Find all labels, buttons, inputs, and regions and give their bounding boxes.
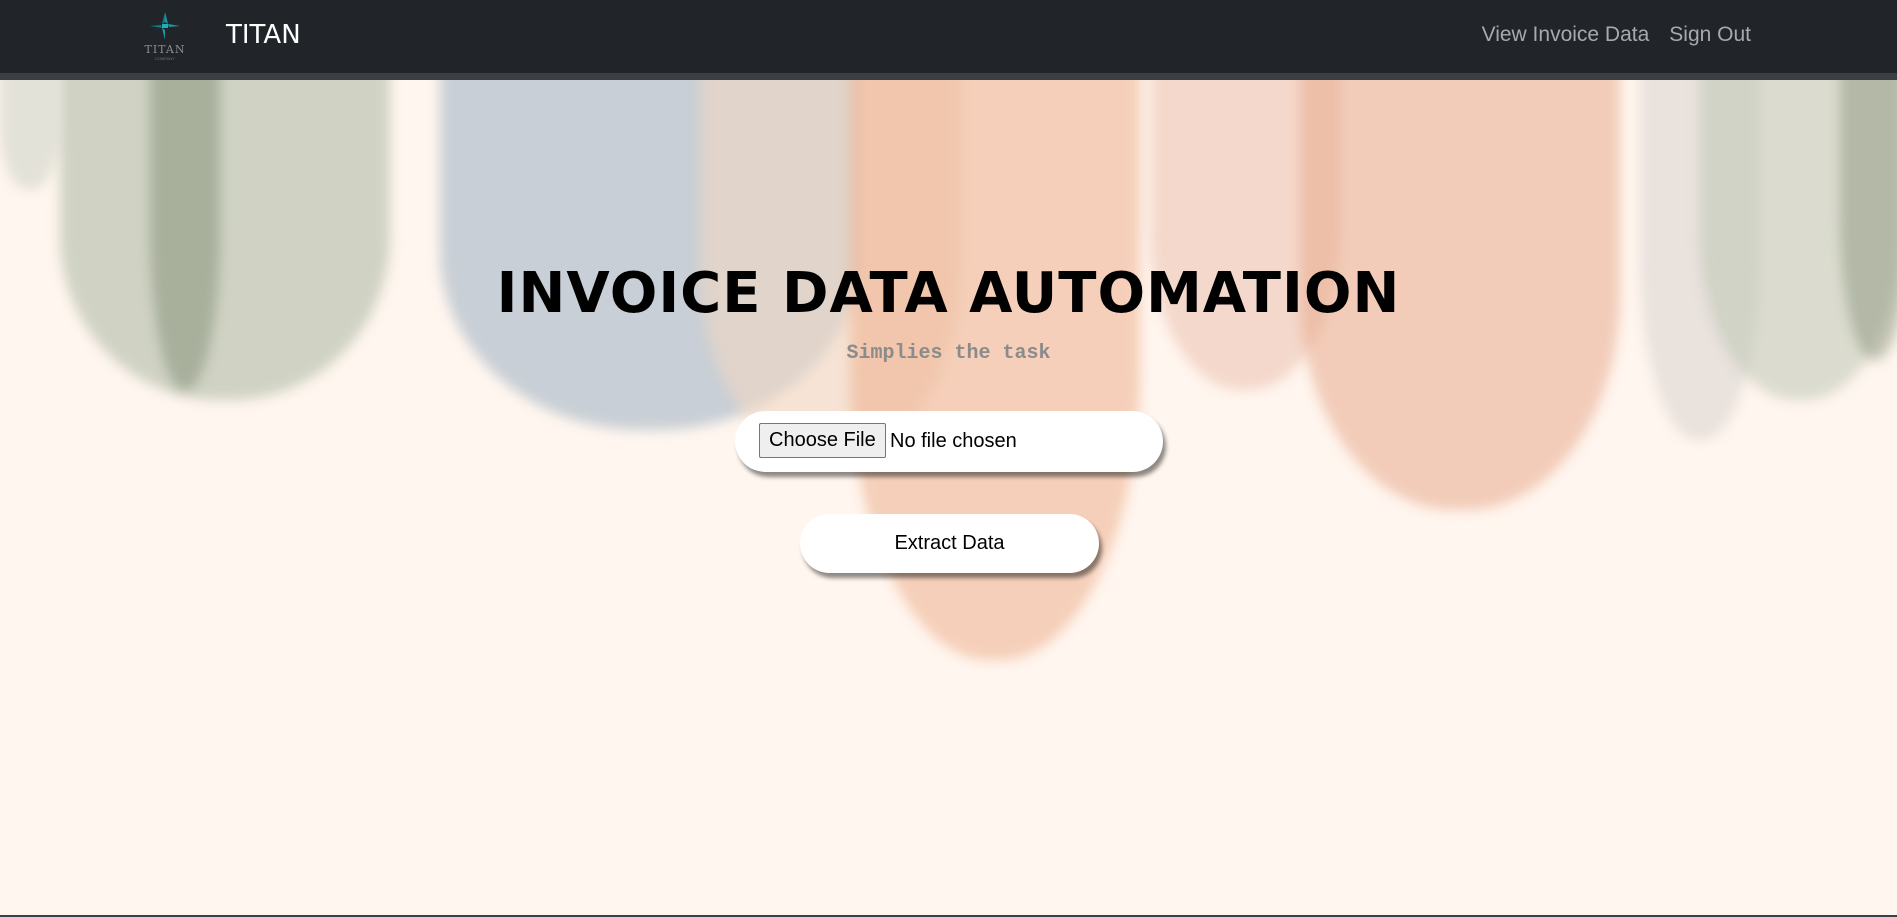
logo-text: TITAN <box>144 43 186 56</box>
titan-logo[interactable]: TITAN COMPANY <box>138 9 192 63</box>
page-subtitle: Simplies the task <box>846 342 1051 365</box>
view-invoice-data-link[interactable]: View Invoice Data <box>1482 23 1650 47</box>
logo-subtext: COMPANY <box>155 56 175 61</box>
star-logo-icon <box>150 12 180 40</box>
sign-out-link[interactable]: Sign Out <box>1669 23 1751 47</box>
file-upload-field[interactable]: Choose File No file chosen <box>735 411 1163 472</box>
nav-links: View Invoice Data Sign Out <box>1482 23 1751 47</box>
page-title: INVOICE DATA AUTOMATION <box>496 261 1401 326</box>
choose-file-button[interactable]: Choose File <box>759 423 886 458</box>
file-status-text: No file chosen <box>890 430 1017 452</box>
top-navbar: TITAN COMPANY TITAN View Invoice Data Si… <box>0 0 1897 80</box>
brand-name[interactable]: TITAN <box>226 20 301 50</box>
extract-data-button[interactable]: Extract Data <box>800 514 1099 573</box>
main-content: INVOICE DATA AUTOMATION Simplies the tas… <box>0 80 1897 917</box>
